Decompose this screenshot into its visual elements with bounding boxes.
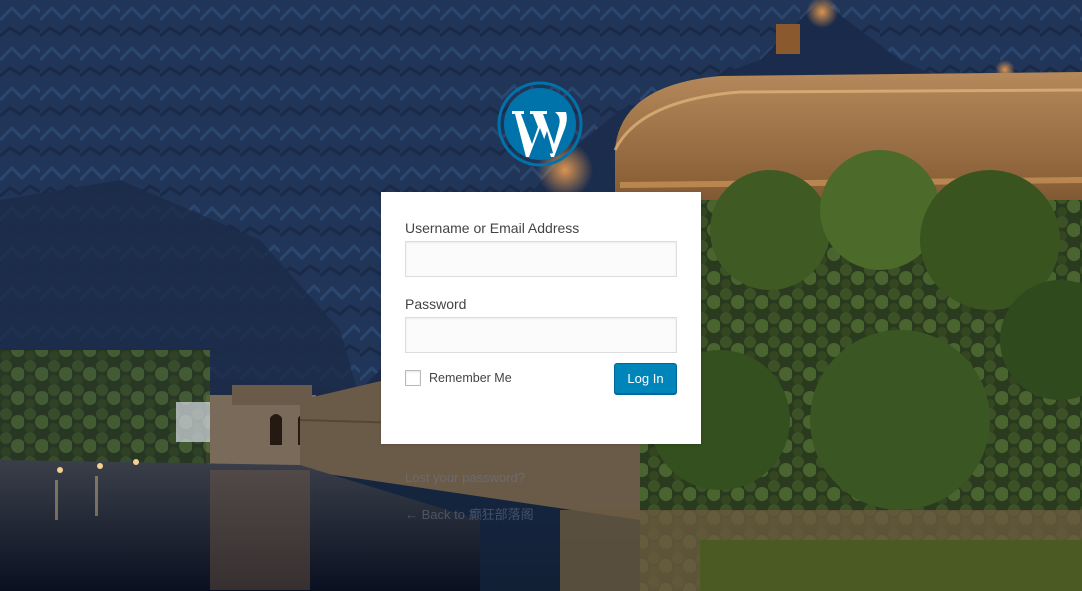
username-label: Username or Email Address xyxy=(405,220,580,236)
wordpress-logo-icon[interactable] xyxy=(497,81,583,167)
username-input[interactable] xyxy=(405,241,677,277)
lost-password-link[interactable]: Lost your password? xyxy=(405,470,525,485)
login-form: Username or Email Address Password Remem… xyxy=(381,192,701,444)
login-button[interactable]: Log In xyxy=(614,363,677,394)
form-actions: Remember Me Log In xyxy=(405,363,677,404)
password-label: Password xyxy=(405,296,467,312)
remember-me-checkbox[interactable] xyxy=(405,370,421,386)
remember-me-label: Remember Me xyxy=(429,371,512,385)
password-input[interactable] xyxy=(405,317,677,353)
back-to-site-link[interactable]: ← Back to 癫狂部落阁 xyxy=(405,504,534,523)
remember-me[interactable]: Remember Me xyxy=(405,370,512,386)
